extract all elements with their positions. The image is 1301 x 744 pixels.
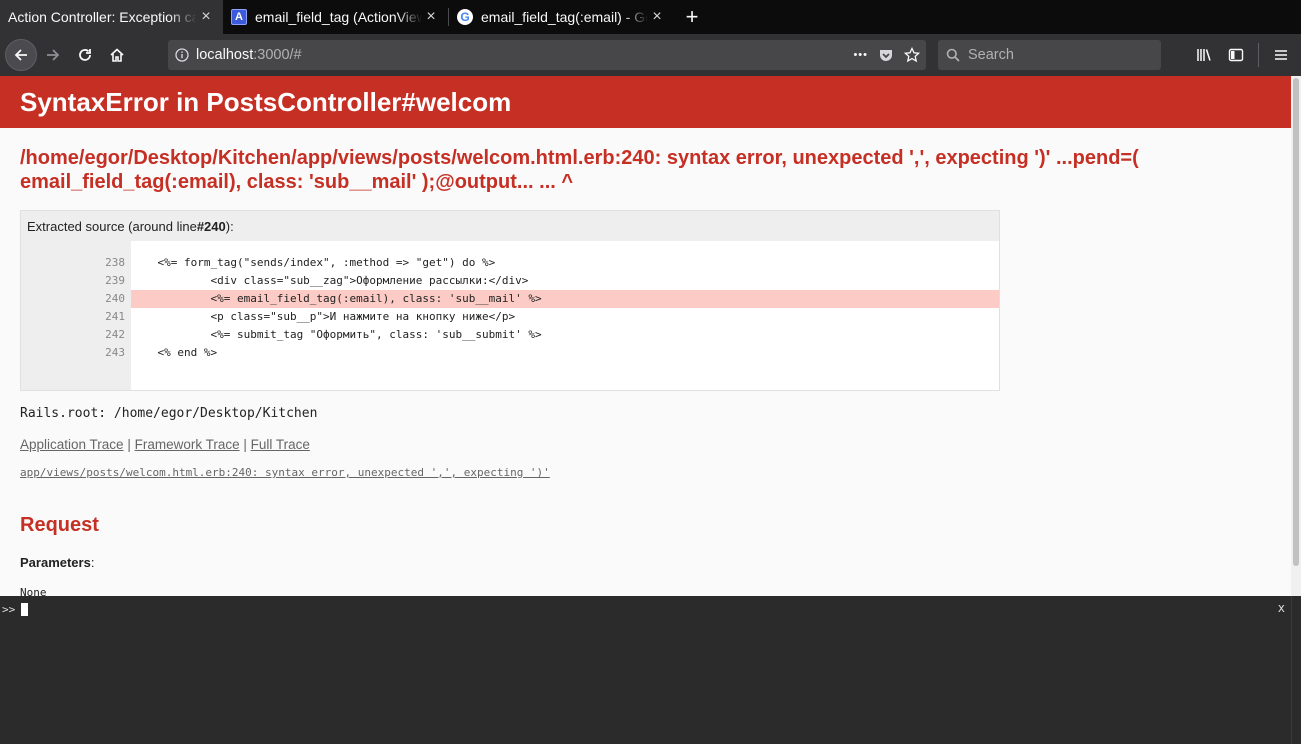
url-path: :3000/# (253, 47, 302, 63)
tab-close-icon[interactable]: × (197, 8, 215, 26)
tab-title: email_field_tag (ActionView::Helpers) (255, 9, 422, 25)
line-number: 241 (105, 310, 125, 323)
parameters-colon: : (90, 555, 95, 570)
full-trace-link[interactable]: Full Trace (251, 437, 310, 452)
search-bar[interactable]: Search (938, 40, 1161, 70)
home-icon (110, 48, 124, 62)
forward-button[interactable] (37, 39, 69, 71)
extracted-source-box: Extracted source (around line #240 ): 23… (20, 210, 1000, 391)
line-number: 242 (105, 328, 125, 341)
trace-separator: | (239, 437, 251, 452)
arrow-right-icon (47, 49, 60, 61)
tab-title: Action Controller: Exception caught (8, 9, 197, 25)
line-number: 240 (105, 292, 125, 305)
code-line: <p class="sub__p">И нажмите на кнопку ни… (131, 310, 516, 323)
page-info-icon[interactable] (168, 48, 196, 62)
page-scrollbar[interactable] (1291, 76, 1301, 596)
hamburger-menu-icon (1275, 50, 1287, 60)
application-trace-link[interactable]: Application Trace (20, 437, 124, 452)
code-line: <div class="sub__zag">Оформление рассылк… (131, 274, 529, 287)
scrollbar-thumb[interactable] (1293, 78, 1299, 566)
code-line-highlighted: <%= email_field_tag(:email), class: 'sub… (131, 290, 999, 308)
line-numbers: 238 239 240 241 242 243 (21, 241, 131, 390)
rails-api-favicon-icon: A (231, 9, 247, 25)
extracted-source-prefix: Extracted source (around line (27, 218, 197, 234)
source-code: 238 239 240 241 242 243 <%= form_tag("se… (21, 241, 999, 390)
line-number: 243 (105, 346, 125, 359)
tab-close-icon[interactable]: × (422, 8, 440, 26)
sidebar-icon (1228, 48, 1244, 62)
console-prompt-symbol: >> (2, 603, 16, 616)
reload-button[interactable] (69, 39, 101, 71)
page-title: SyntaxError in PostsController#welcom (0, 76, 1291, 128)
menu-button[interactable] (1265, 39, 1297, 71)
tab-email-field-tag-docs[interactable]: A email_field_tag (ActionView::Helpers) … (223, 0, 448, 34)
console-prompt[interactable]: >> (2, 603, 29, 616)
page-viewport: SyntaxError in PostsController#welcom /h… (0, 76, 1291, 596)
parameters-label-text: Parameters (20, 555, 91, 570)
back-button[interactable] (5, 39, 37, 71)
console-close-button[interactable]: x (1278, 601, 1285, 615)
url-host: localhost (196, 47, 254, 63)
trace-separator: | (123, 437, 135, 452)
rails-root: Rails.root: /home/egor/Desktop/Kitchen (20, 406, 318, 421)
code-lines: <%= form_tag("sends/index", :method => "… (131, 241, 999, 390)
url-bar[interactable]: localhost:3000/# ••• (168, 40, 926, 70)
tab-close-icon[interactable]: × (648, 8, 666, 26)
extracted-source-heading: Extracted source (around line #240 ): (21, 211, 999, 241)
search-icon (938, 48, 968, 62)
tab-title: email_field_tag(:email) - Google (481, 9, 648, 25)
sidebar-button[interactable] (1220, 39, 1252, 71)
parameters-value: None (20, 586, 47, 596)
reload-icon (79, 49, 91, 61)
library-button[interactable] (1188, 39, 1220, 71)
line-number: 239 (105, 274, 125, 287)
extracted-source-suffix: ): (225, 218, 234, 234)
page-actions-icon[interactable]: ••• (853, 49, 868, 61)
bookmark-star-icon[interactable] (904, 47, 920, 63)
code-line: <% end %> (131, 346, 218, 359)
new-tab-button[interactable]: + (674, 0, 710, 34)
search-placeholder: Search (968, 47, 1014, 63)
console-caret (21, 603, 29, 616)
pocket-icon[interactable] (878, 47, 894, 63)
tab-strip: Action Controller: Exception caught × A … (0, 0, 1301, 34)
line-number: 238 (105, 256, 125, 269)
trace-links: Application Trace | Framework Trace | Fu… (20, 437, 310, 452)
web-console[interactable]: >> x (0, 596, 1291, 744)
url-actions: ••• (853, 40, 920, 70)
toolbar-separator (1258, 43, 1259, 67)
navigation-toolbar: localhost:3000/# ••• Search (0, 34, 1301, 76)
tab-google-search[interactable]: G email_field_tag(:email) - Google × (449, 0, 674, 34)
extracted-source-line: #240 (196, 218, 226, 234)
code-line: <%= submit_tag "Оформить", class: 'sub__… (131, 328, 542, 341)
google-favicon-icon: G (457, 9, 473, 25)
parameters-label: Parameters: (20, 555, 94, 570)
console-scroll-strip (1291, 596, 1301, 744)
home-button[interactable] (101, 39, 133, 71)
toolbar-right (1188, 34, 1301, 76)
trace-line-link[interactable]: app/views/posts/welcom.html.erb:240: syn… (20, 466, 550, 479)
code-line: <%= form_tag("sends/index", :method => "… (131, 256, 496, 269)
request-heading: Request (20, 514, 99, 536)
tab-action-controller[interactable]: Action Controller: Exception caught × (0, 0, 223, 34)
library-icon (1197, 49, 1211, 61)
framework-trace-link[interactable]: Framework Trace (135, 437, 240, 452)
arrow-left-icon (14, 49, 27, 61)
error-message: /home/egor/Desktop/Kitchen/app/views/pos… (20, 147, 1139, 193)
